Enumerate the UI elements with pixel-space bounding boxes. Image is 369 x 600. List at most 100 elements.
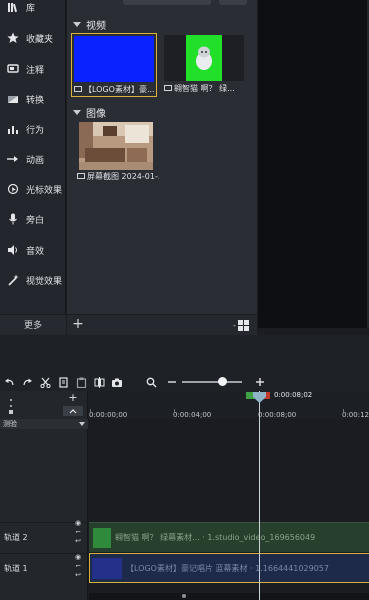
thumbnail-image bbox=[74, 36, 154, 82]
media-caption-text: 屏幕截图 2024-01-... bbox=[87, 171, 159, 181]
thumbnail-image bbox=[79, 122, 153, 170]
film-icon bbox=[74, 86, 82, 92]
library-filter-button[interactable] bbox=[219, 0, 247, 5]
paste-icon bbox=[76, 377, 86, 388]
zoom-out-button[interactable] bbox=[165, 375, 179, 389]
lock-icon[interactable]: ⌐ bbox=[75, 529, 81, 536]
preview-canvas[interactable] bbox=[257, 0, 369, 328]
rail-item-label: 光标效果 bbox=[26, 185, 63, 196]
transition-icon bbox=[6, 92, 20, 106]
rail-item-label: 行为 bbox=[26, 125, 45, 136]
rail-item-label: 旁白 bbox=[26, 215, 45, 226]
cut-button[interactable] bbox=[38, 375, 52, 389]
film-icon bbox=[164, 85, 172, 91]
collapse-triangle-icon bbox=[73, 22, 81, 27]
plus-icon bbox=[256, 378, 264, 386]
zoom-search-button[interactable] bbox=[144, 375, 158, 389]
zoom-slider-handle[interactable] bbox=[218, 377, 228, 386]
grid-view-icon bbox=[237, 319, 249, 331]
track-controls[interactable]: ◉ ⌐ ↩ bbox=[72, 520, 84, 545]
cat-figure-icon bbox=[196, 46, 212, 70]
track-label: 轨道 2 bbox=[4, 533, 28, 542]
rail-item-visual-effects[interactable]: 视觉效果 bbox=[0, 265, 66, 295]
animation-icon bbox=[6, 152, 20, 166]
timeline-scrollbar[interactable] bbox=[89, 593, 369, 600]
rail-item-annotations[interactable]: 注释 bbox=[0, 54, 66, 84]
playhead-time: 0:00:08;02 bbox=[274, 391, 313, 399]
rail-item-narration[interactable]: 旁白 bbox=[0, 204, 66, 234]
track-controls[interactable]: ◉ ⌐ ↩ bbox=[72, 554, 84, 579]
add-media-button[interactable]: + bbox=[71, 317, 85, 331]
rail-item-label: 音效 bbox=[26, 246, 45, 257]
cursor-icon bbox=[6, 182, 20, 196]
more-button[interactable]: 更多 bbox=[0, 314, 66, 334]
media-caption: 屏幕截图 2024-01-... bbox=[77, 170, 159, 182]
tool-rail: 库 收藏夹 注释 转换 行为 动画 光标效果 旁白 音效 视觉效果 更多 bbox=[0, 0, 66, 335]
library-search-field[interactable] bbox=[123, 0, 211, 5]
annotation-icon bbox=[6, 62, 20, 76]
media-thumb-image-1[interactable]: 屏幕截图 2024-01-... bbox=[75, 120, 161, 184]
paste-button[interactable] bbox=[74, 375, 88, 389]
mute-icon[interactable]: ↩ bbox=[75, 572, 81, 579]
image-section-title: 图像 bbox=[86, 109, 106, 120]
rail-item-favorites[interactable]: 收藏夹 bbox=[0, 23, 66, 53]
playhead-line[interactable] bbox=[259, 391, 260, 600]
media-thumb-video-1[interactable]: 【LOGO素材】豪... bbox=[71, 33, 157, 97]
rail-item-animations[interactable]: 动画 bbox=[0, 144, 66, 174]
clip-thumbnail bbox=[93, 528, 111, 548]
track-height-handle[interactable] bbox=[8, 397, 14, 415]
media-caption-text: 翱智猫 啊？ 绿... bbox=[174, 83, 235, 93]
magic-wand-icon bbox=[6, 273, 20, 287]
rail-item-audio-effects[interactable]: 音效 bbox=[0, 235, 66, 265]
ruler-label: 0:00:04;00 bbox=[173, 411, 212, 419]
collapse-tracks-button[interactable] bbox=[63, 406, 83, 416]
microphone-icon bbox=[6, 212, 20, 226]
copy-icon bbox=[58, 376, 68, 388]
room-photo bbox=[79, 122, 153, 170]
eye-icon[interactable]: ◉ bbox=[75, 554, 81, 561]
behavior-icon bbox=[6, 122, 20, 136]
redo-button[interactable] bbox=[20, 375, 34, 389]
height-dots-icon bbox=[9, 399, 13, 414]
panel-divider[interactable] bbox=[0, 335, 369, 373]
playhead-handle[interactable] bbox=[253, 392, 266, 403]
split-icon bbox=[94, 376, 104, 388]
mute-icon[interactable]: ↩ bbox=[75, 538, 81, 545]
media-library: 视频 【LOGO素材】豪... 翱智猫 啊？ 绿... 图像 屏幕截图 2024… bbox=[67, 0, 257, 335]
undo-button[interactable] bbox=[2, 375, 16, 389]
lock-icon[interactable]: ⌐ bbox=[75, 563, 81, 570]
quiz-track-selector[interactable]: 测验 bbox=[0, 419, 88, 429]
video-section-header[interactable]: 视频 bbox=[73, 17, 106, 32]
media-caption-text: 【LOGO素材】豪... bbox=[84, 84, 155, 94]
media-caption: 翱智猫 啊？ 绿... bbox=[164, 82, 246, 94]
timeline-clip-green[interactable]: 翱智猫 啊？ 绿幕素材... · 1.studio_video_16965604… bbox=[89, 522, 369, 552]
rail-item-transitions[interactable]: 转换 bbox=[0, 84, 66, 114]
ruler-label: 0:00:12;0 bbox=[342, 411, 369, 419]
zoom-in-button[interactable] bbox=[253, 375, 267, 389]
rail-item-cursor-effects[interactable]: 光标效果 bbox=[0, 174, 66, 204]
scroll-handle[interactable] bbox=[182, 594, 186, 598]
copy-button[interactable] bbox=[56, 375, 70, 389]
zoom-slider[interactable] bbox=[182, 381, 242, 383]
timeline-ruler[interactable]: 0:00:08;02 0:00:00;00 0:00:04;00 0:00:08… bbox=[88, 391, 369, 419]
view-mode-toggle[interactable]: - bbox=[233, 318, 253, 332]
thumbnail-image bbox=[164, 35, 244, 81]
media-caption: 【LOGO素材】豪... bbox=[74, 83, 156, 95]
library-footer: + - bbox=[67, 314, 257, 335]
speaker-icon bbox=[6, 243, 20, 257]
eye-icon[interactable]: ◉ bbox=[75, 520, 81, 527]
magnifier-icon bbox=[146, 377, 156, 387]
dropdown-arrow-icon bbox=[79, 422, 85, 426]
snapshot-button[interactable] bbox=[110, 375, 124, 389]
timeline-clip-blue[interactable]: 【LOGO素材】豪记唱片 蓝幕素材 · 1.1664441029057 bbox=[89, 553, 369, 583]
media-thumb-video-2[interactable]: 翱智猫 啊？ 绿... bbox=[162, 33, 248, 97]
image-section-header[interactable]: 图像 bbox=[73, 105, 106, 120]
clip-thumbnail bbox=[92, 558, 122, 579]
clip-title: 翱智猫 啊？ 绿幕素材... · 1.studio_video_16965604… bbox=[115, 533, 316, 542]
rail-item-library[interactable]: 库 bbox=[0, 0, 66, 22]
rail-item-behaviors[interactable]: 行为 bbox=[0, 114, 66, 144]
quiz-track-label: 测验 bbox=[3, 420, 17, 428]
redo-icon bbox=[22, 378, 32, 385]
split-button[interactable] bbox=[92, 375, 106, 389]
add-track-button[interactable]: + bbox=[66, 392, 80, 403]
